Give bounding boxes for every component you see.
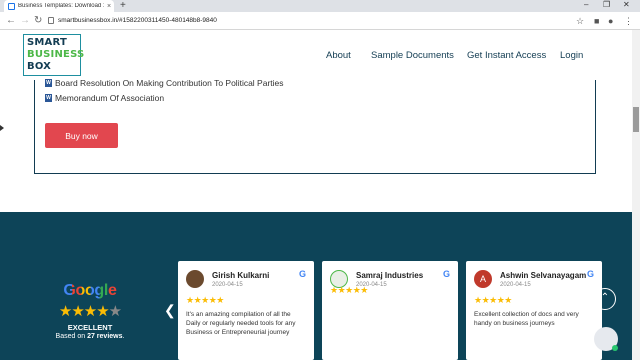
logo-line-2: BUSINESS <box>27 49 85 60</box>
google-g-icon: G <box>586 269 594 279</box>
reviewer-name: Girish Kulkarni <box>212 271 270 280</box>
review-card: A Ashwin Selvanayagam 2020-04-15 G ★★★★★… <box>466 261 602 360</box>
review-stars-icon: ★★★★★ <box>330 285 368 295</box>
nav-get-instant-access[interactable]: Get Instant Access <box>467 50 546 61</box>
reviewer-name: Ashwin Selvanayagam <box>500 271 587 280</box>
close-tab-icon[interactable]: × <box>107 3 111 10</box>
menu-icon[interactable]: ⋮ <box>624 15 633 27</box>
profile-icon[interactable]: ● <box>608 15 613 27</box>
review-stars-icon: ★★★★★ <box>474 295 512 305</box>
logo-line-1: SMART <box>27 37 67 48</box>
url-field[interactable]: smartbusinessbox.in/#1582200311450-48014… <box>48 14 568 27</box>
review-count: Based on 27 reviews. <box>50 333 130 340</box>
reviews-section: Google ★★★★★ EXCELLENT Based on 27 revie… <box>0 212 640 360</box>
review-date: 2020-04-15 <box>500 282 531 288</box>
document-item: W Memorandum Of Association <box>45 93 164 103</box>
carousel-prev-icon[interactable]: ❮ <box>164 302 176 319</box>
new-tab-icon[interactable]: + <box>120 0 126 11</box>
product-card: W Board Resolution On Making Contributio… <box>34 78 596 174</box>
google-g-icon: G <box>298 269 306 279</box>
mouse-cursor-icon <box>0 125 4 131</box>
document-title: Board Resolution On Making Contribution … <box>55 78 284 88</box>
site-logo[interactable]: SMART BUSINESS BOX <box>23 34 85 76</box>
page-scrollbar[interactable] <box>632 30 640 360</box>
minimize-icon[interactable]: – <box>584 0 588 10</box>
maximize-icon[interactable]: ❐ <box>603 0 610 10</box>
google-word: Google <box>63 282 117 299</box>
browser-tab-bar: Business Templates: Download 10 × + – ❐ … <box>0 0 640 12</box>
document-item: W Board Resolution On Making Contributio… <box>45 78 284 88</box>
review-card: Girish Kulkarni 2020-04-15 G ★★★★★ It's … <box>178 261 314 360</box>
close-window-icon[interactable]: ✕ <box>623 0 630 10</box>
site-header: SMART BUSINESS BOX About Sample Document… <box>0 30 640 80</box>
review-date: 2020-04-15 <box>212 282 243 288</box>
google-g-icon: G <box>442 269 450 279</box>
document-title: Memorandum Of Association <box>55 93 165 103</box>
nav-login[interactable]: Login <box>560 50 583 61</box>
google-logo: Google <box>50 282 130 300</box>
nav-sample-documents[interactable]: Sample Documents <box>371 50 454 61</box>
reviewer-name: Samraj Industries <box>356 271 424 280</box>
extensions-icon[interactable]: ■ <box>594 15 599 27</box>
bookmark-star-icon[interactable]: ☆ <box>576 15 584 27</box>
word-doc-icon: W <box>45 94 52 102</box>
review-stars-icon: ★★★★★ <box>186 295 224 305</box>
rating-stars-icon: ★★★★★ <box>58 303 122 320</box>
buy-now-button[interactable]: Buy now <box>45 123 118 148</box>
browser-tab[interactable]: Business Templates: Download 10 × <box>4 0 114 12</box>
reload-icon[interactable]: ↻ <box>34 15 42 27</box>
forward-icon[interactable]: → <box>20 15 30 27</box>
lock-icon <box>48 17 54 24</box>
review-count-value[interactable]: 27 reviews <box>87 333 122 340</box>
favicon-icon <box>8 2 15 10</box>
logo-line-3: BOX <box>27 61 52 72</box>
google-rating-summary: Google ★★★★★ EXCELLENT Based on 27 revie… <box>50 282 130 340</box>
nav-about[interactable]: About <box>326 50 351 61</box>
tab-title: Business Templates: Download 10 <box>18 3 104 9</box>
back-icon[interactable]: ← <box>6 15 16 27</box>
review-card: Samraj Industries 2020-04-15 G ★★★★★ <box>322 261 458 360</box>
scrollbar-thumb[interactable] <box>633 107 639 132</box>
review-count-suffix: . <box>122 333 125 340</box>
scroll-to-top-icon[interactable]: ⌃ <box>594 288 616 310</box>
url-text: smartbusinessbox.in/#1582200311450-48014… <box>58 17 217 24</box>
review-text: It's an amazing compilation of all the D… <box>186 311 296 336</box>
address-bar: ← → ↻ smartbusinessbox.in/#1582200311450… <box>0 12 640 30</box>
rating-label: EXCELLENT <box>67 323 113 332</box>
reviewer-avatar <box>186 270 204 288</box>
reviewer-avatar: A <box>474 270 492 288</box>
chat-widget-icon[interactable] <box>594 327 618 351</box>
word-doc-icon: W <box>45 79 52 87</box>
online-status-dot <box>612 345 618 351</box>
review-count-prefix: Based on <box>55 333 86 340</box>
